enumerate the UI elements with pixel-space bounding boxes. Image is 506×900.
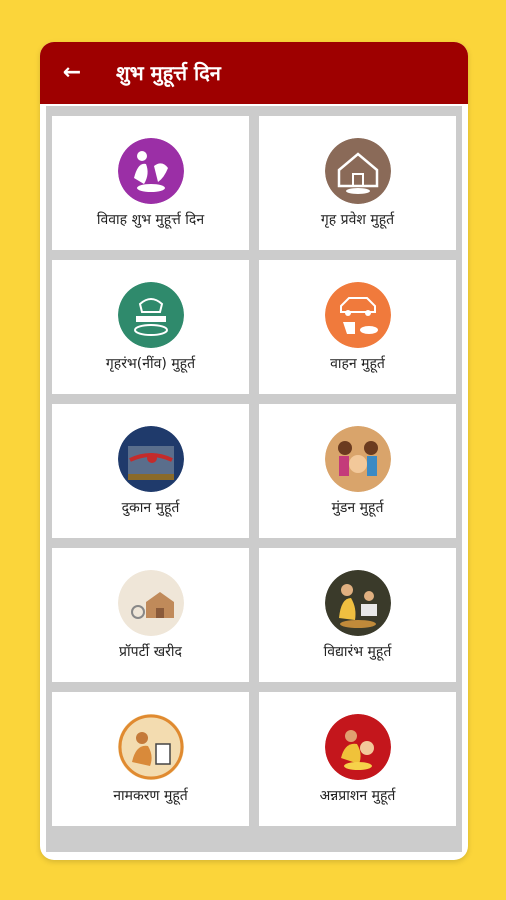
- card-label: गृहरंभ(नींव) मुहूर्त: [105, 356, 196, 372]
- card-property[interactable]: प्रॉपर्टी खरीद: [52, 548, 249, 682]
- arrow-left-icon: ←: [62, 59, 82, 85]
- app-window: ← शुभ मुहूर्त्त दिन विवाह शुभ मुहूर्त्त …: [40, 42, 468, 860]
- property-icon: [117, 570, 184, 636]
- card-label: विद्यारंभ मुहूर्त: [323, 644, 392, 660]
- house-entry-icon: [324, 138, 391, 204]
- card-dukan[interactable]: दुकान मुहूर्त: [52, 404, 249, 538]
- naming-icon: [117, 714, 184, 780]
- card-label: मुंडन मुहूर्त: [331, 500, 384, 516]
- muhurat-grid: विवाह शुभ मुहूर्त्त दिन गृह प्रवेश मुहूर…: [46, 111, 462, 831]
- card-label: अन्नप्राशन मुहूर्त: [319, 788, 396, 804]
- vidyarambh-icon: [324, 570, 391, 636]
- page-title: शुभ मुहूर्त्त दिन: [116, 61, 221, 85]
- vehicle-icon: [324, 282, 391, 348]
- card-vidyarambh[interactable]: विद्यारंभ मुहूर्त: [259, 548, 456, 682]
- card-vivah[interactable]: विवाह शुभ मुहूर्त्त दिन: [52, 116, 249, 250]
- card-annaprashan[interactable]: अन्नप्राशन मुहूर्त: [259, 692, 456, 826]
- card-label: प्रॉपर्टी खरीद: [119, 644, 182, 660]
- app-bar: ← शुभ मुहूर्त्त दिन: [40, 42, 468, 104]
- card-label: नामकरण मुहूर्त: [113, 788, 188, 804]
- content-area: विवाह शुभ मुहूर्त्त दिन गृह प्रवेश मुहूर…: [46, 106, 462, 852]
- shop-icon: [117, 426, 184, 492]
- card-label: गृह प्रवेश मुहूर्त: [320, 212, 395, 228]
- card-label: विवाह शुभ मुहूर्त्त दिन: [96, 212, 205, 228]
- annaprashan-icon: [324, 714, 391, 780]
- card-grihrambh[interactable]: गृहरंभ(नींव) मुहूर्त: [52, 260, 249, 394]
- wedding-icon: [117, 138, 184, 204]
- card-label: वाहन मुहूर्त: [330, 356, 385, 372]
- foundation-icon: [117, 282, 184, 348]
- card-mundan[interactable]: मुंडन मुहूर्त: [259, 404, 456, 538]
- card-namkaran[interactable]: नामकरण मुहूर्त: [52, 692, 249, 826]
- back-button[interactable]: ←: [58, 58, 86, 86]
- card-vahan[interactable]: वाहन मुहूर्त: [259, 260, 456, 394]
- card-label: दुकान मुहूर्त: [121, 500, 180, 516]
- card-griha-pravesh[interactable]: गृह प्रवेश मुहूर्त: [259, 116, 456, 250]
- mundan-icon: [324, 426, 391, 492]
